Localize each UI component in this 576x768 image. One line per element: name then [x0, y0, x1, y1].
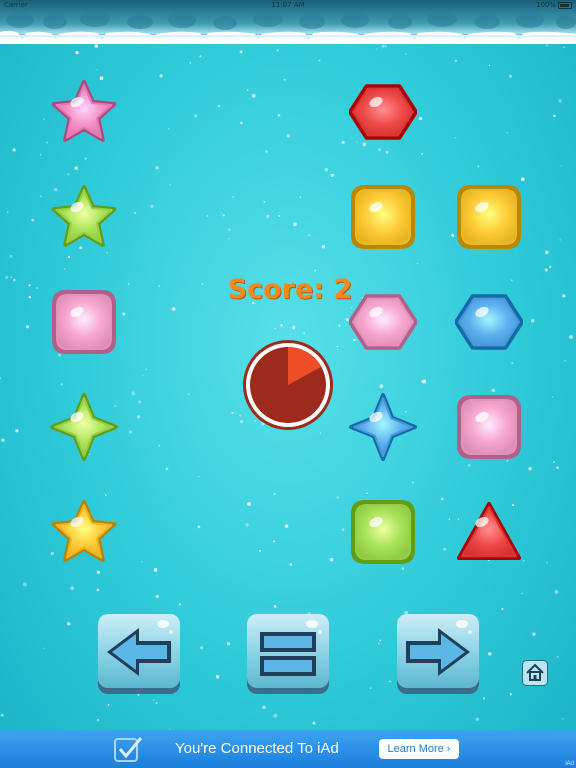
gem-rounded-square[interactable]	[349, 183, 417, 251]
score-label: Score: 2	[227, 274, 353, 305]
gem-rounded-square[interactable]	[455, 393, 523, 461]
ad-message: You're Connected To iAd	[175, 740, 339, 757]
ad-banner[interactable]: You're Connected To iAd Learn More › iAd	[0, 730, 576, 768]
home-button[interactable]	[522, 660, 548, 686]
gem-triangle[interactable]	[455, 498, 523, 566]
clock: 11:07 AM	[271, 1, 305, 9]
gem-star[interactable]	[50, 183, 118, 251]
gem-rounded-square[interactable]	[455, 183, 523, 251]
pause-button[interactable]	[246, 614, 330, 696]
status-bar: Carrier 11:07 AM 100%	[0, 0, 576, 10]
gem-hexagon[interactable]	[349, 78, 417, 146]
iad-corner-label: iAd	[565, 761, 574, 767]
gem-hexagon[interactable]	[455, 288, 523, 356]
battery-icon	[558, 2, 572, 9]
gem-star[interactable]	[50, 78, 118, 146]
gem-star[interactable]	[50, 498, 118, 566]
round-timer	[242, 339, 334, 431]
gem-four-point-star[interactable]	[50, 393, 118, 461]
checkmark-icon	[114, 736, 144, 764]
gem-rounded-square[interactable]	[349, 498, 417, 566]
gem-rounded-square[interactable]	[50, 288, 118, 356]
battery-percent: 100%	[535, 1, 556, 9]
learn-more-button[interactable]: Learn More ›	[379, 739, 459, 759]
gem-four-point-star[interactable]	[349, 393, 417, 461]
right-arrow-button[interactable]	[396, 614, 480, 696]
left-arrow-button[interactable]	[97, 614, 181, 696]
